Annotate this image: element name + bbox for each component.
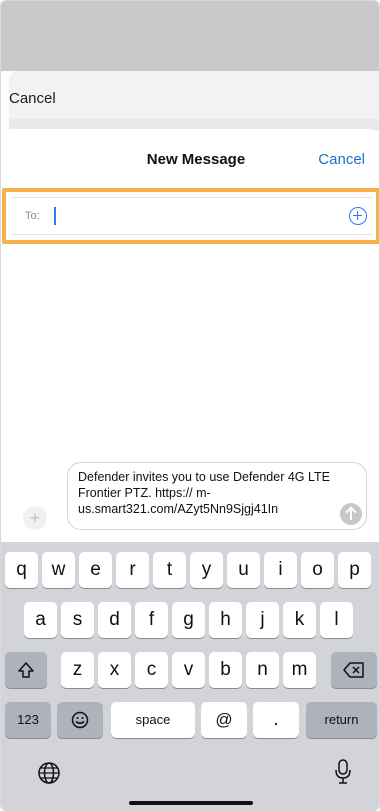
key-d[interactable]: d bbox=[98, 602, 131, 638]
to-field[interactable]: To: bbox=[11, 197, 373, 235]
key-e[interactable]: e bbox=[79, 552, 112, 588]
key-i[interactable]: i bbox=[264, 552, 297, 588]
plus-circle-icon[interactable] bbox=[349, 207, 367, 225]
screen: Cancel New Message Cancel To: + Defender… bbox=[0, 0, 380, 811]
plus-icon[interactable]: + bbox=[23, 506, 47, 530]
key-z[interactable]: z bbox=[61, 652, 94, 688]
emoji-icon bbox=[71, 711, 89, 729]
background-cancel-button[interactable]: Cancel bbox=[9, 90, 56, 107]
key-p[interactable]: p bbox=[338, 552, 371, 588]
key-b[interactable]: b bbox=[209, 652, 242, 688]
globe-icon[interactable] bbox=[37, 761, 61, 785]
key-f[interactable]: f bbox=[135, 602, 168, 638]
emoji-key[interactable] bbox=[57, 702, 103, 738]
cancel-button[interactable]: Cancel bbox=[318, 151, 365, 168]
key-u[interactable]: u bbox=[227, 552, 260, 588]
key-h[interactable]: h bbox=[209, 602, 242, 638]
key-l[interactable]: l bbox=[320, 602, 353, 638]
period-key[interactable]: . bbox=[253, 702, 299, 738]
key-t[interactable]: t bbox=[153, 552, 186, 588]
key-a[interactable]: a bbox=[24, 602, 57, 638]
key-y[interactable]: y bbox=[190, 552, 223, 588]
arrow-up-icon[interactable] bbox=[340, 503, 362, 525]
key-r[interactable]: r bbox=[116, 552, 149, 588]
key-k[interactable]: k bbox=[283, 602, 316, 638]
message-input[interactable]: Defender invites you to use Defender 4G … bbox=[67, 462, 367, 530]
key-j[interactable]: j bbox=[246, 602, 279, 638]
key-o[interactable]: o bbox=[301, 552, 334, 588]
to-label: To: bbox=[25, 210, 40, 222]
numbers-key[interactable]: 123 bbox=[5, 702, 51, 738]
delete-key[interactable] bbox=[331, 652, 377, 688]
key-m[interactable]: m bbox=[283, 652, 316, 688]
microphone-icon[interactable] bbox=[335, 759, 351, 785]
return-key[interactable]: return bbox=[306, 702, 377, 738]
text-cursor bbox=[54, 207, 56, 225]
home-indicator bbox=[129, 801, 253, 805]
key-s[interactable]: s bbox=[61, 602, 94, 638]
key-n[interactable]: n bbox=[246, 652, 279, 688]
key-w[interactable]: w bbox=[42, 552, 75, 588]
key-v[interactable]: v bbox=[172, 652, 205, 688]
shift-icon bbox=[18, 662, 34, 678]
key-x[interactable]: x bbox=[98, 652, 131, 688]
at-key[interactable]: @ bbox=[201, 702, 247, 738]
dimmed-background bbox=[1, 1, 379, 71]
message-text: Defender invites you to use Defender 4G … bbox=[78, 470, 330, 516]
key-q[interactable]: q bbox=[5, 552, 38, 588]
key-c[interactable]: c bbox=[135, 652, 168, 688]
shift-key[interactable] bbox=[5, 652, 47, 688]
space-key[interactable]: space bbox=[111, 702, 195, 738]
key-g[interactable]: g bbox=[172, 602, 205, 638]
backspace-icon bbox=[343, 662, 364, 678]
